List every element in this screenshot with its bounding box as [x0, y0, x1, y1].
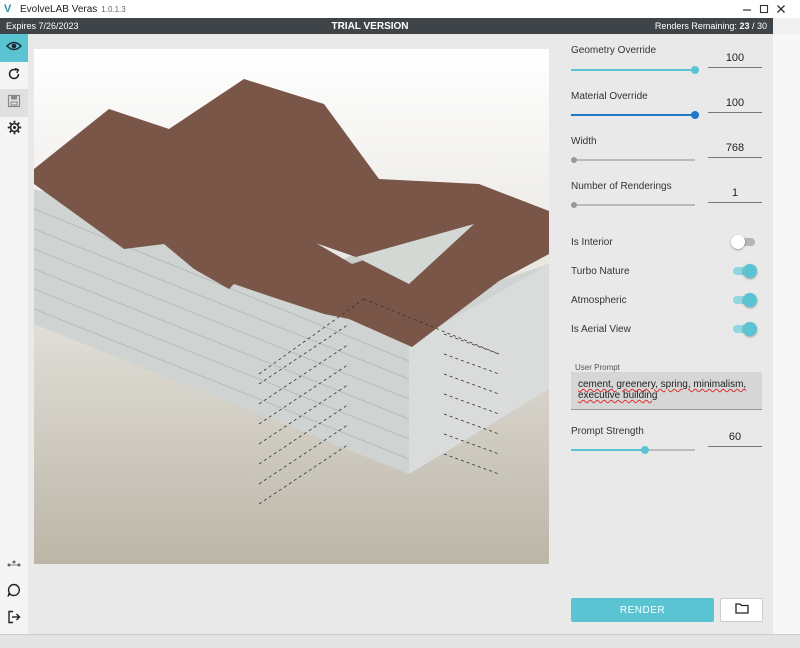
num-renderings-thumb[interactable] [571, 202, 577, 208]
material-override-fill [571, 114, 695, 116]
settings-button[interactable] [0, 116, 28, 144]
3d-viewport[interactable] [34, 49, 549, 564]
view-button[interactable] [0, 34, 28, 62]
renders-label: Renders Remaining: [654, 21, 737, 31]
save-button[interactable] [0, 89, 28, 117]
width-label: Width [571, 136, 597, 147]
turbo-nature-toggle[interactable] [731, 264, 757, 278]
folder-icon [734, 601, 749, 619]
status-strip: Expires 7/26/2023 TRIAL VERSION Renders … [0, 18, 773, 34]
prompt-strength-fill [571, 449, 646, 451]
width-value[interactable]: 768 [708, 140, 762, 158]
user-prompt-text[interactable]: cement, greenery, spring, minimalism, ex… [578, 379, 756, 401]
num-renderings-label: Number of Renderings [571, 181, 672, 192]
geometry-override-value[interactable]: 100 [708, 50, 762, 68]
width-slider[interactable] [571, 157, 695, 163]
prompt-strength-value[interactable]: 60 [708, 429, 762, 447]
share-icon [7, 556, 21, 574]
material-override-slider[interactable] [571, 111, 699, 119]
is-aerial-view-knob [743, 322, 757, 336]
atmospheric-label: Atmospheric [571, 295, 627, 306]
material-override-label: Material Override [571, 91, 648, 102]
render-button[interactable]: RENDER [571, 598, 714, 622]
geometry-override-slider[interactable] [571, 66, 699, 74]
eye-icon [5, 39, 23, 57]
prompt-strength-label: Prompt Strength [571, 426, 644, 437]
is-aerial-view-label: Is Aerial View [571, 324, 631, 335]
refresh-button[interactable] [0, 62, 28, 90]
num-renderings-value[interactable]: 1 [708, 185, 762, 203]
atmospheric-toggle[interactable] [731, 293, 757, 307]
chat-icon [7, 583, 21, 602]
geometry-override-label: Geometry Override [571, 45, 657, 56]
title-bar: V EvolveLAB Veras 1.0.1.3 [0, 0, 800, 18]
is-aerial-view-toggle[interactable] [731, 322, 757, 336]
share-button[interactable] [0, 551, 28, 579]
app-title: EvolveLAB Veras [20, 3, 98, 15]
background-app-edge [773, 34, 800, 634]
is-interior-toggle[interactable] [731, 235, 757, 249]
geometry-override-thumb[interactable] [691, 66, 699, 74]
renders-total: / 30 [751, 21, 767, 31]
trial-banner: TRIAL VERSION [331, 20, 409, 32]
close-icon[interactable] [773, 0, 789, 18]
turbo-nature-knob [743, 264, 757, 278]
is-interior-knob [731, 235, 745, 249]
geometry-override-fill [571, 69, 695, 71]
prompt-strength-slider[interactable] [571, 446, 695, 454]
maximize-icon[interactable] [756, 0, 772, 18]
minimize-icon[interactable] [739, 0, 755, 18]
save-icon [7, 94, 21, 113]
turbo-nature-label: Turbo Nature [571, 266, 630, 277]
is-interior-label: Is Interior [571, 237, 613, 248]
chat-button[interactable] [0, 578, 28, 606]
user-prompt-label: User Prompt [575, 363, 620, 372]
material-override-value[interactable]: 100 [708, 95, 762, 113]
renders-used: 23 [739, 21, 750, 31]
material-override-thumb[interactable] [691, 111, 699, 119]
atmospheric-knob [743, 293, 757, 307]
background-taskbar-strip [0, 634, 800, 648]
num-renderings-slider[interactable] [571, 202, 695, 208]
renders-remaining: Renders Remaining: 23 / 30 [655, 21, 767, 31]
width-thumb[interactable] [571, 157, 577, 163]
logout-icon [7, 610, 21, 629]
logout-button[interactable] [0, 605, 28, 633]
open-folder-button[interactable] [720, 598, 763, 622]
veras-logo-icon: V [4, 3, 12, 15]
gear-icon [7, 120, 22, 140]
refresh-icon [7, 67, 21, 86]
app-version: 1.0.1.3 [101, 4, 126, 14]
